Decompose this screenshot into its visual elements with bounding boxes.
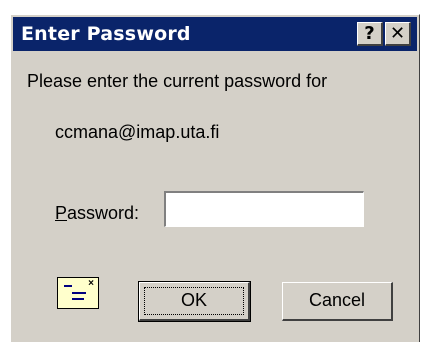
- title-bar[interactable]: Enter Password ? ✕: [13, 17, 417, 51]
- help-button[interactable]: ?: [357, 22, 383, 46]
- password-dialog: Enter Password ? ✕ Please enter the curr…: [10, 14, 420, 342]
- close-button[interactable]: ✕: [385, 22, 411, 46]
- account-name: ccmana@imap.uta.fi: [55, 122, 220, 142]
- certificate-icon: ×: [57, 277, 99, 309]
- password-label: Password:: [55, 203, 139, 224]
- dialog-title: Enter Password: [21, 23, 191, 45]
- password-label-text: assword:: [67, 203, 140, 223]
- ok-button-label: OK: [180, 290, 207, 310]
- password-input[interactable]: [164, 191, 364, 227]
- cancel-button[interactable]: Cancel: [282, 282, 393, 321]
- password-label-accelerator: P: [55, 203, 68, 223]
- prompt-text: Please enter the current password for: [27, 71, 328, 91]
- cancel-button-label: Cancel: [308, 290, 366, 310]
- ok-button[interactable]: OK: [138, 281, 251, 322]
